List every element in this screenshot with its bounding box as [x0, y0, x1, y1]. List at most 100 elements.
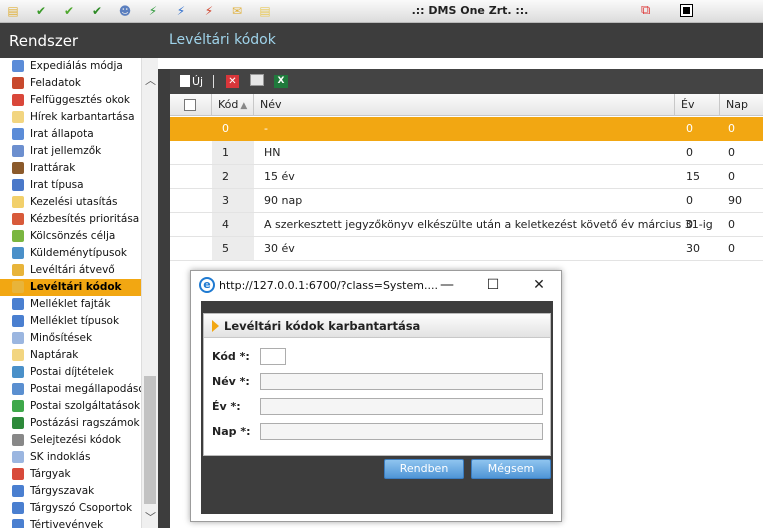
cell-kod: 4 [222, 218, 229, 231]
scroll-up-icon[interactable]: ︿ [144, 74, 157, 87]
cell-nap: 90 [728, 194, 742, 207]
restore-icon[interactable]: ⧉ [641, 3, 657, 18]
sidebar-item[interactable]: Felfüggesztés okok [0, 92, 141, 109]
cell-ev: 0 [686, 146, 693, 159]
sidebar-item-label: Hírek karbantartása [30, 111, 135, 123]
sidebar-item[interactable]: Postázási ragszámok [0, 415, 141, 432]
sidebar-item[interactable]: Expediálás módja [0, 58, 141, 75]
sidebar-scrollbar[interactable]: ︿ ﹀ [141, 58, 158, 528]
column-header-kod[interactable]: Kód ▲ [212, 94, 254, 116]
close-icon[interactable]: ✕ [531, 277, 547, 293]
sidebar-item[interactable]: Tárgyszavak [0, 483, 141, 500]
table-row[interactable]: 1 HN 0 0 [170, 141, 763, 165]
sidebar-item[interactable]: Irat jellemzők [0, 143, 141, 160]
dialog-url: http://127.0.0.1:6700/?class=System.... [219, 279, 438, 292]
stop-icon[interactable] [680, 4, 693, 17]
cell-nap: 0 [728, 218, 735, 231]
sidebar-item-icon [12, 315, 24, 327]
sidebar-item[interactable]: Selejtezési kódok [0, 432, 141, 449]
sidebar-item[interactable]: Hírek karbantartása [0, 109, 141, 126]
sidebar-item[interactable]: Irat állapota [0, 126, 141, 143]
cell-kod: 2 [222, 170, 229, 183]
dialog-titlebar[interactable]: e http://127.0.0.1:6700/?class=System...… [191, 271, 561, 301]
column-header-nev[interactable]: Név [254, 94, 675, 116]
toolbar-divider [213, 75, 214, 88]
sort-asc-icon: ▲ [240, 101, 248, 111]
bolt-blue-icon[interactable]: ⚡ [174, 4, 188, 18]
sidebar-item[interactable]: Melléklet fajták [0, 296, 141, 313]
check-box-icon[interactable]: ✔ [90, 4, 104, 18]
sidebar-item-icon [12, 111, 24, 123]
ok-button[interactable]: Rendben [384, 459, 464, 479]
sidebar-item[interactable]: Irat típusa [0, 177, 141, 194]
sidebar-item[interactable]: Tárgyak [0, 466, 141, 483]
document-icon[interactable]: ▤ [258, 4, 272, 18]
bolt-red-icon[interactable]: ⚡ [202, 4, 216, 18]
sidebar-item[interactable]: Küldeménytípusok [0, 245, 141, 262]
sidebar-item[interactable]: Melléklet típusok [0, 313, 141, 330]
note-icon[interactable]: ▤ [6, 4, 20, 18]
mail-icon[interactable]: ✉ [230, 4, 244, 18]
sidebar-item[interactable]: Tértivevények [0, 517, 141, 528]
sidebar-item[interactable]: Feladatok [0, 75, 141, 92]
sidebar-item-label: Tárgyszavak [30, 485, 95, 497]
double-check-icon[interactable]: ✔ [62, 4, 76, 18]
sidebar-item[interactable]: Levéltári kódok [0, 279, 141, 296]
sidebar-item-label: Tértivevények [30, 519, 104, 528]
sidebar-item-label: Expediálás módja [30, 60, 123, 72]
sidebar-item[interactable]: Postai szolgáltatások [0, 398, 141, 415]
cell-kod: 1 [222, 146, 229, 159]
check-green-icon[interactable]: ✔ [34, 4, 48, 18]
sidebar-item[interactable]: Minősítések [0, 330, 141, 347]
kod-cell-bg [212, 237, 254, 260]
sidebar-item[interactable]: Postai díjtételek [0, 364, 141, 381]
sidebar-item[interactable]: Tárgyszó Csoportok [0, 500, 141, 517]
cell-ev: 30 [686, 242, 700, 255]
sidebar-item[interactable]: Irattárak [0, 160, 141, 177]
sidebar-item[interactable]: Kézbesítés prioritása [0, 211, 141, 228]
table-row[interactable]: 2 15 év 15 0 [170, 165, 763, 189]
sidebar-title: Rendszer [0, 23, 158, 58]
kod-input[interactable] [260, 348, 286, 365]
ev-input[interactable] [260, 398, 543, 415]
minimize-icon[interactable]: — [439, 277, 455, 293]
column-header-ev[interactable]: Év [675, 94, 720, 116]
sidebar-item[interactable]: Naptárak [0, 347, 141, 364]
sidebar-item[interactable]: Kezelési utasítás [0, 194, 141, 211]
cell-nev: 30 év [264, 242, 295, 255]
table-row[interactable]: 5 30 év 30 0 [170, 237, 763, 261]
excel-export-icon[interactable]: X [274, 75, 288, 88]
delete-icon[interactable]: ✕ [226, 75, 239, 88]
nap-input[interactable] [260, 423, 543, 440]
sidebar-item-icon [12, 145, 24, 157]
sidebar-item-label: Küldeménytípusok [30, 247, 127, 259]
sidebar-item-icon [12, 128, 24, 140]
nev-input[interactable] [260, 373, 543, 390]
column-header-nap[interactable]: Nap [720, 94, 763, 116]
table-row[interactable]: 4 A szerkesztett jegyzőkönyv elkészülte u… [170, 213, 763, 237]
sidebar-item[interactable]: Postai megállapodások [0, 381, 141, 398]
sidebar-list: Expediálás módja Feladatok Felfüggesztés o… [0, 58, 141, 528]
ie-browser-icon: e [199, 277, 215, 293]
cancel-button[interactable]: Mégsem [471, 459, 551, 479]
sidebar-item-label: Irat állapota [30, 128, 94, 140]
sidebar-item[interactable]: SK indoklás [0, 449, 141, 466]
sidebar-item-label: Postai díjtételek [30, 366, 114, 378]
print-icon[interactable] [250, 74, 264, 89]
sidebar-item-icon [12, 519, 24, 528]
column-nap-label: Nap [726, 98, 748, 111]
table-row[interactable]: 3 90 nap 0 90 [170, 189, 763, 213]
header-check-col [170, 94, 212, 116]
table-row[interactable]: 0 - 0 0 [170, 117, 763, 141]
maximize-icon[interactable]: ☐ [485, 277, 501, 293]
user-icon[interactable]: ☻ [118, 4, 132, 18]
sidebar-item-icon [12, 451, 24, 463]
new-button[interactable]: Új [180, 74, 203, 89]
scroll-thumb[interactable] [144, 376, 156, 504]
scroll-down-icon[interactable]: ﹀ [144, 511, 157, 524]
sidebar-item-icon [12, 230, 24, 242]
bolt-green-icon[interactable]: ⚡ [146, 4, 160, 18]
sidebar-item-icon [12, 417, 24, 429]
sidebar-item[interactable]: Kölcsönzés célja [0, 228, 141, 245]
sidebar-item[interactable]: Levéltári átvevő [0, 262, 141, 279]
